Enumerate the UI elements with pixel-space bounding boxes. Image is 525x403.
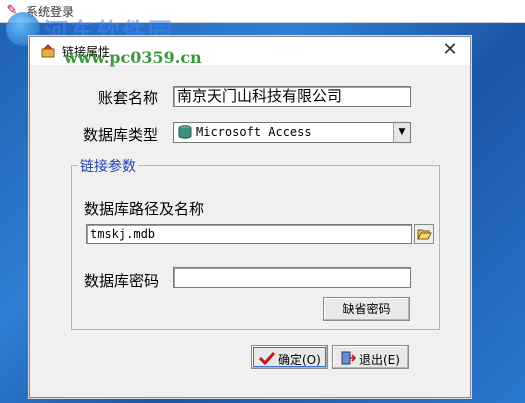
- check-icon: [259, 351, 275, 365]
- link-properties-dialog: 链接属性 ✕ 账套名称 南京天门山科技有限公司 数据库类型 Microsoft …: [29, 36, 471, 398]
- db-password-label: 数据库密码: [84, 272, 160, 290]
- db-type-value: Microsoft Access: [196, 125, 312, 139]
- ok-button-label: 确定(O): [278, 353, 321, 367]
- db-path-field[interactable]: tmskj.mdb: [86, 224, 412, 244]
- account-name-label: 账套名称: [98, 89, 159, 107]
- db-type-label: 数据库类型: [83, 126, 159, 144]
- default-password-button[interactable]: 缺省密码: [323, 297, 410, 321]
- exit-button-label: 退出(E): [359, 353, 400, 367]
- watermark-url: www.pc0359.cn: [64, 48, 202, 67]
- exit-button[interactable]: 退出(E): [332, 345, 409, 369]
- db-path-label: 数据库路径及名称: [84, 200, 205, 218]
- db-password-field[interactable]: [173, 267, 411, 288]
- ok-button[interactable]: 确定(O): [251, 345, 328, 369]
- close-icon[interactable]: ✕: [438, 39, 462, 61]
- dialog-icon: [41, 44, 55, 58]
- database-icon: [178, 125, 192, 139]
- exit-door-icon: [341, 351, 356, 365]
- link-params-group-title: 链接参数: [78, 156, 138, 176]
- account-name-field[interactable]: 南京天门山科技有限公司: [173, 86, 411, 107]
- db-type-select[interactable]: Microsoft Access ▼: [173, 122, 411, 143]
- chevron-down-icon[interactable]: ▼: [393, 123, 410, 142]
- folder-open-icon: [417, 229, 432, 240]
- browse-folder-button[interactable]: [414, 224, 434, 244]
